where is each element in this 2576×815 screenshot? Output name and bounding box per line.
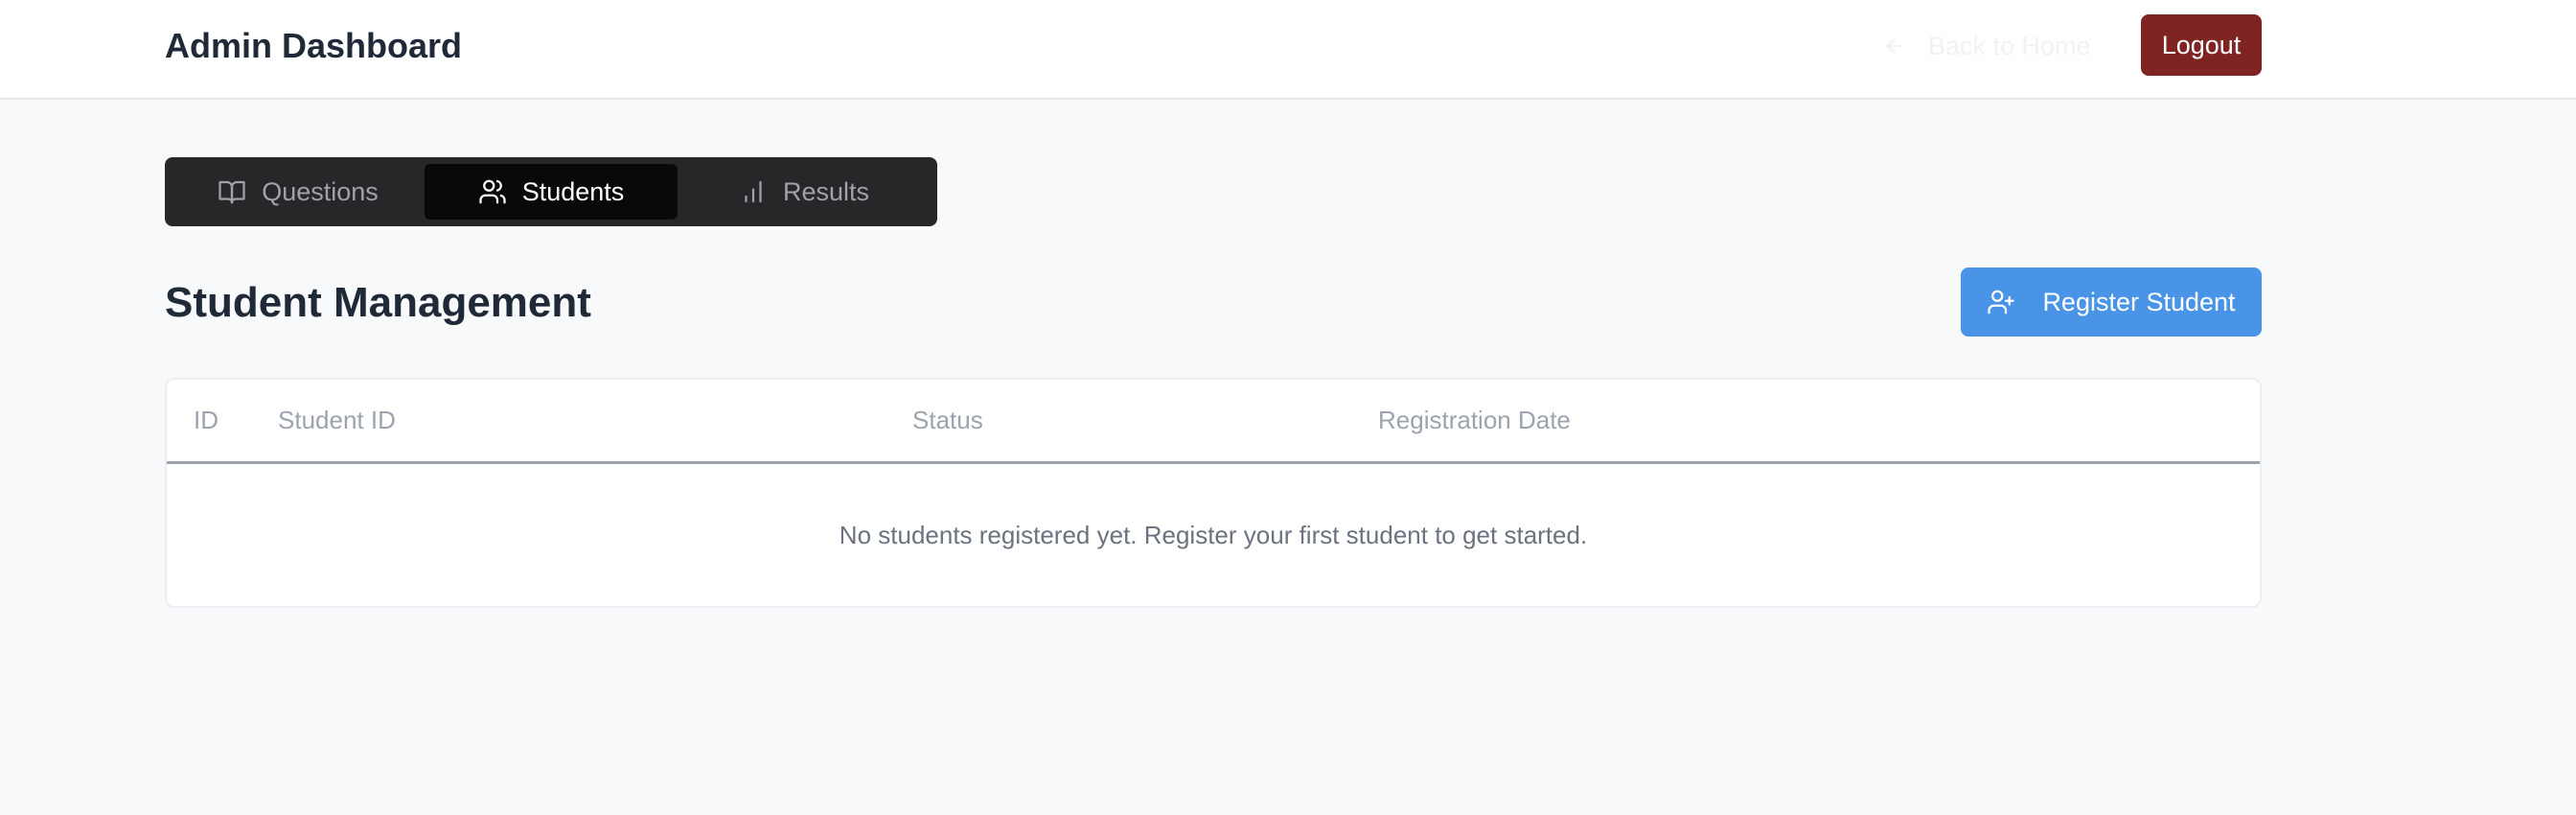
register-student-button[interactable]: Register Student [1961, 268, 2262, 337]
column-header-id: ID [194, 406, 218, 434]
tab-students-label: Students [521, 176, 625, 206]
register-student-label: Register Student [2042, 287, 2236, 316]
column-header-student-id: Student ID [278, 406, 396, 434]
tab-results[interactable]: Results [678, 164, 931, 220]
users-icon [479, 179, 506, 204]
tab-results-label: Results [782, 176, 870, 206]
empty-state-message: No students registered yet. Register you… [839, 521, 1588, 549]
book-open-icon [218, 180, 245, 204]
dashboard-tabs: Questions Students Results [165, 157, 937, 226]
students-table: ID Student ID Status Registration Date N… [165, 378, 2262, 608]
logout-button[interactable]: Logout [2141, 14, 2262, 76]
tab-questions-label: Questions [262, 176, 379, 206]
column-header-registration-date: Registration Date [1378, 406, 1571, 434]
arrow-left-icon [1886, 37, 1903, 55]
bar-chart-icon [745, 180, 762, 203]
page-title: Student Management [165, 279, 591, 326]
user-plus-icon [1988, 290, 2015, 314]
tab-questions[interactable]: Questions [172, 164, 425, 220]
tab-students[interactable]: Students [425, 164, 678, 220]
app-title: Admin Dashboard [165, 26, 463, 65]
back-to-home-label: Back to Home [1928, 31, 2091, 60]
top-navbar: Admin Dashboard Back to Home Logout [0, 0, 2576, 100]
table-header: ID Student ID Status Registration Date [167, 380, 2260, 464]
back-to-home-link[interactable]: Back to Home [1882, 23, 2091, 69]
column-header-status: Status [912, 406, 983, 434]
